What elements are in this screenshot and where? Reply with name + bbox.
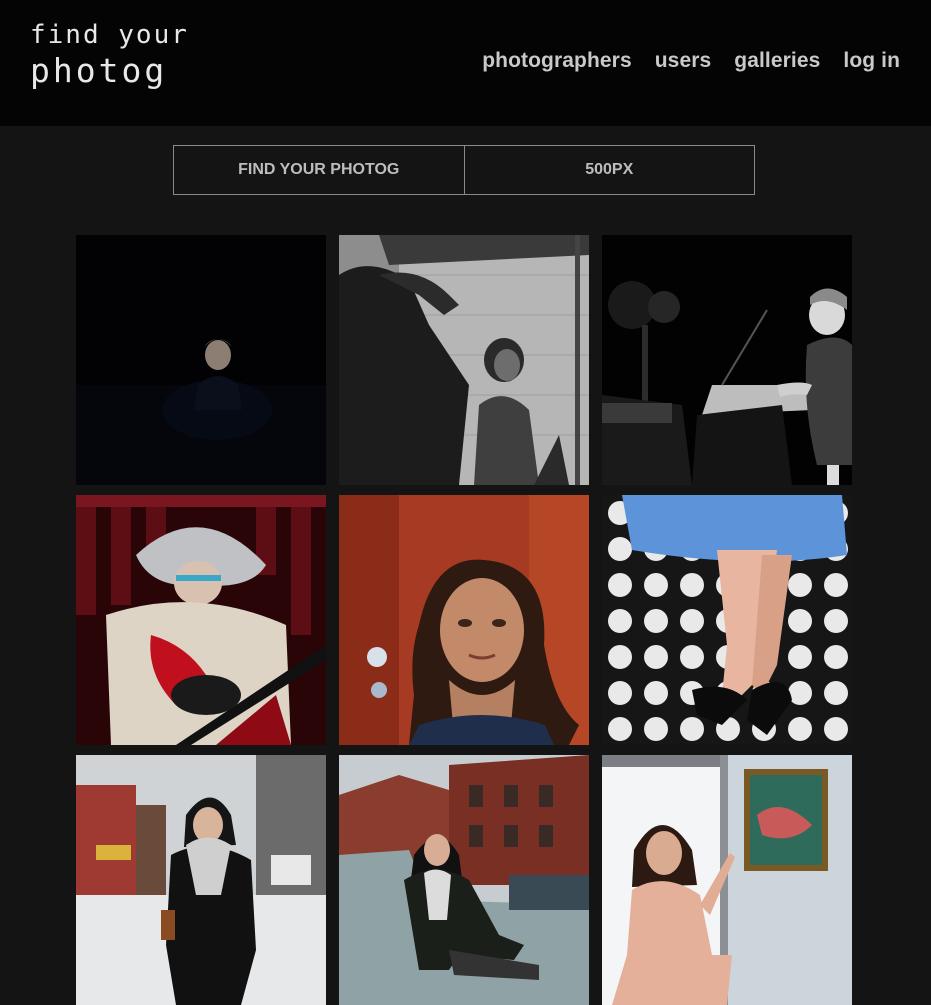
nav-photographers[interactable]: photographers bbox=[482, 49, 631, 73]
photo-grid bbox=[76, 235, 852, 1005]
logo-line-2: photog bbox=[30, 51, 168, 90]
photo-image bbox=[76, 235, 326, 485]
source-tabs: FIND YOUR PHOTOG 500PX bbox=[173, 145, 755, 195]
logo-line-1: find your bbox=[30, 20, 189, 50]
photo-thumbnail[interactable] bbox=[602, 755, 852, 1005]
photo-image bbox=[339, 755, 589, 1005]
photo-image bbox=[602, 235, 852, 485]
photo-image bbox=[76, 495, 326, 745]
nav-galleries[interactable]: galleries bbox=[734, 49, 820, 73]
photo-thumbnail[interactable] bbox=[76, 235, 326, 485]
photo-thumbnail[interactable] bbox=[339, 235, 589, 485]
photo-image bbox=[602, 755, 852, 1005]
tab-find-your-photog[interactable]: FIND YOUR PHOTOG bbox=[173, 145, 465, 195]
photo-image bbox=[76, 755, 326, 1005]
photo-image bbox=[339, 235, 589, 485]
top-bar: find your photog photographers users gal… bbox=[0, 0, 931, 126]
tab-500px[interactable]: 500PX bbox=[463, 145, 755, 195]
photo-thumbnail[interactable] bbox=[76, 495, 326, 745]
nav-users[interactable]: users bbox=[655, 49, 712, 73]
photo-thumbnail[interactable] bbox=[76, 755, 326, 1005]
site-logo[interactable]: find your photog bbox=[30, 22, 189, 87]
main-nav: photographers users galleries log in bbox=[482, 49, 900, 73]
photo-thumbnail[interactable] bbox=[602, 495, 852, 745]
photo-thumbnail[interactable] bbox=[339, 755, 589, 1005]
nav-log-in[interactable]: log in bbox=[843, 49, 900, 73]
photo-thumbnail[interactable] bbox=[602, 235, 852, 485]
photo-thumbnail[interactable] bbox=[339, 495, 589, 745]
photo-image bbox=[339, 495, 589, 745]
photo-image bbox=[602, 495, 852, 745]
